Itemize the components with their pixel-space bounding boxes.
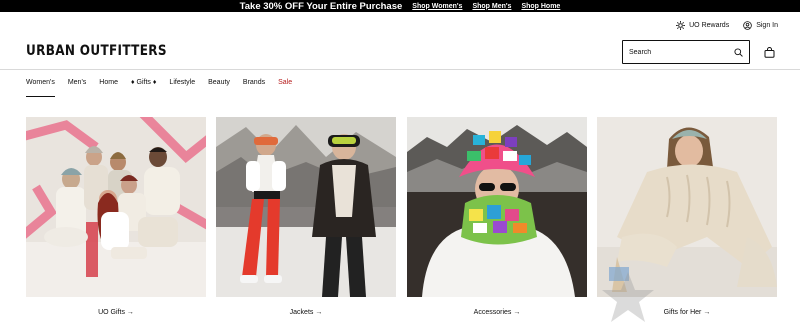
- brand-row: URBAN OUTFITTERS: [0, 36, 800, 68]
- rewards-icon: [676, 21, 686, 30]
- header-divider: [0, 69, 800, 70]
- group-photo: [26, 117, 206, 297]
- caption-uo-gifts[interactable]: UO Gifts →: [26, 309, 206, 316]
- tile-accessories[interactable]: [407, 117, 587, 297]
- search-box[interactable]: [622, 40, 750, 64]
- caption-jackets[interactable]: Jackets →: [216, 309, 396, 316]
- nav-item-beauty[interactable]: Beauty: [208, 76, 230, 98]
- jackets-photo: [216, 117, 396, 297]
- search-icon[interactable]: [734, 47, 743, 57]
- main-nav: Women's Men's Home ♦ Gifts ♦ Lifestyle B…: [26, 76, 305, 98]
- tile-uo-gifts[interactable]: [26, 117, 206, 297]
- nav-item-lifestyle[interactable]: Lifestyle: [169, 76, 195, 98]
- caption-accessories[interactable]: Accessories →: [407, 309, 587, 316]
- uo-rewards-link[interactable]: UO Rewards: [676, 21, 729, 30]
- accessories-photo: [407, 117, 587, 297]
- nav-item-womens[interactable]: Women's: [26, 76, 55, 98]
- sign-in-link[interactable]: Sign In: [743, 21, 778, 30]
- user-icon: [743, 21, 752, 30]
- shop-home-link[interactable]: Shop Home: [521, 3, 560, 10]
- nav-item-mens[interactable]: Men's: [68, 76, 86, 98]
- search-input[interactable]: [629, 48, 734, 56]
- shopping-bag-icon[interactable]: [764, 47, 775, 58]
- utility-links: UO Rewards Sign In: [676, 21, 778, 30]
- nav-item-sale[interactable]: Sale: [278, 76, 292, 98]
- nav-item-brands[interactable]: Brands: [243, 76, 265, 98]
- tile-jackets[interactable]: [216, 117, 396, 297]
- promo-bar: Take 30% OFF Your Entire Purchase Shop W…: [0, 0, 800, 12]
- sign-in-label: Sign In: [756, 22, 778, 29]
- shop-mens-link[interactable]: Shop Men's: [472, 3, 511, 10]
- promo-headline: Take 30% OFF Your Entire Purchase: [239, 0, 403, 12]
- uo-rewards-label: UO Rewards: [689, 22, 730, 29]
- brand-logo[interactable]: URBAN OUTFITTERS: [26, 43, 167, 59]
- nav-item-gifts[interactable]: ♦ Gifts ♦: [131, 76, 156, 98]
- nav-item-home[interactable]: Home: [99, 76, 118, 98]
- watermark-star-icon: [602, 272, 654, 322]
- shop-womens-link[interactable]: Shop Women's: [412, 3, 462, 10]
